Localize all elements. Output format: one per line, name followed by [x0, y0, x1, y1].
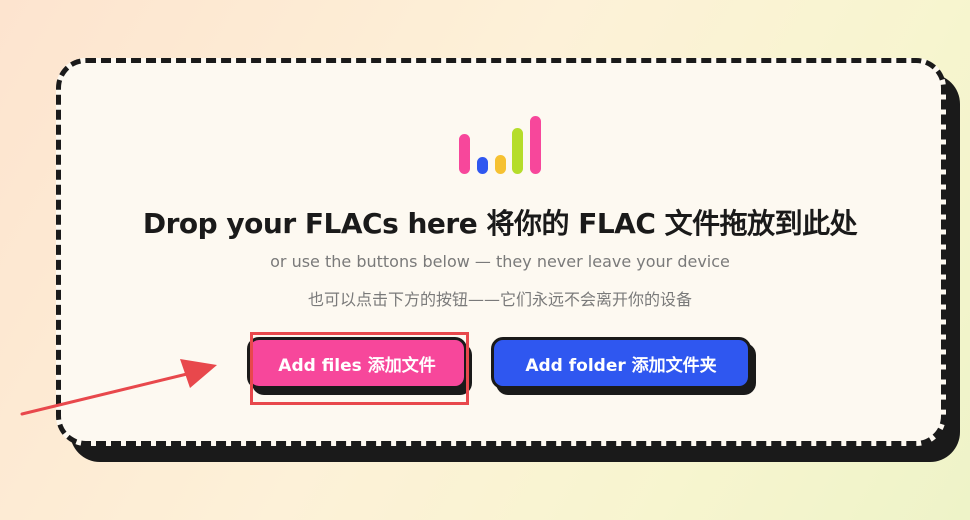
add-files-button[interactable]: Add files 添加文件 [247, 337, 467, 389]
logo-bar-5 [530, 116, 541, 174]
logo-bar-2 [477, 157, 488, 174]
logo-bar-1 [459, 134, 470, 174]
add-folder-button[interactable]: Add folder 添加文件夹 [491, 337, 751, 389]
logo-bar-3 [495, 155, 506, 174]
drop-zone-subtitle-zh: 也可以点击下方的按钮——它们永远不会离开你的设备 [307, 290, 692, 309]
audio-bars-icon [459, 112, 543, 174]
drop-zone-headline: Drop your FLACs here 将你的 FLAC 文件拖放到此处 [142, 207, 858, 240]
logo-bar-4 [512, 128, 523, 174]
drop-zone-subtitle-en: or use the buttons below — they never le… [270, 252, 730, 271]
